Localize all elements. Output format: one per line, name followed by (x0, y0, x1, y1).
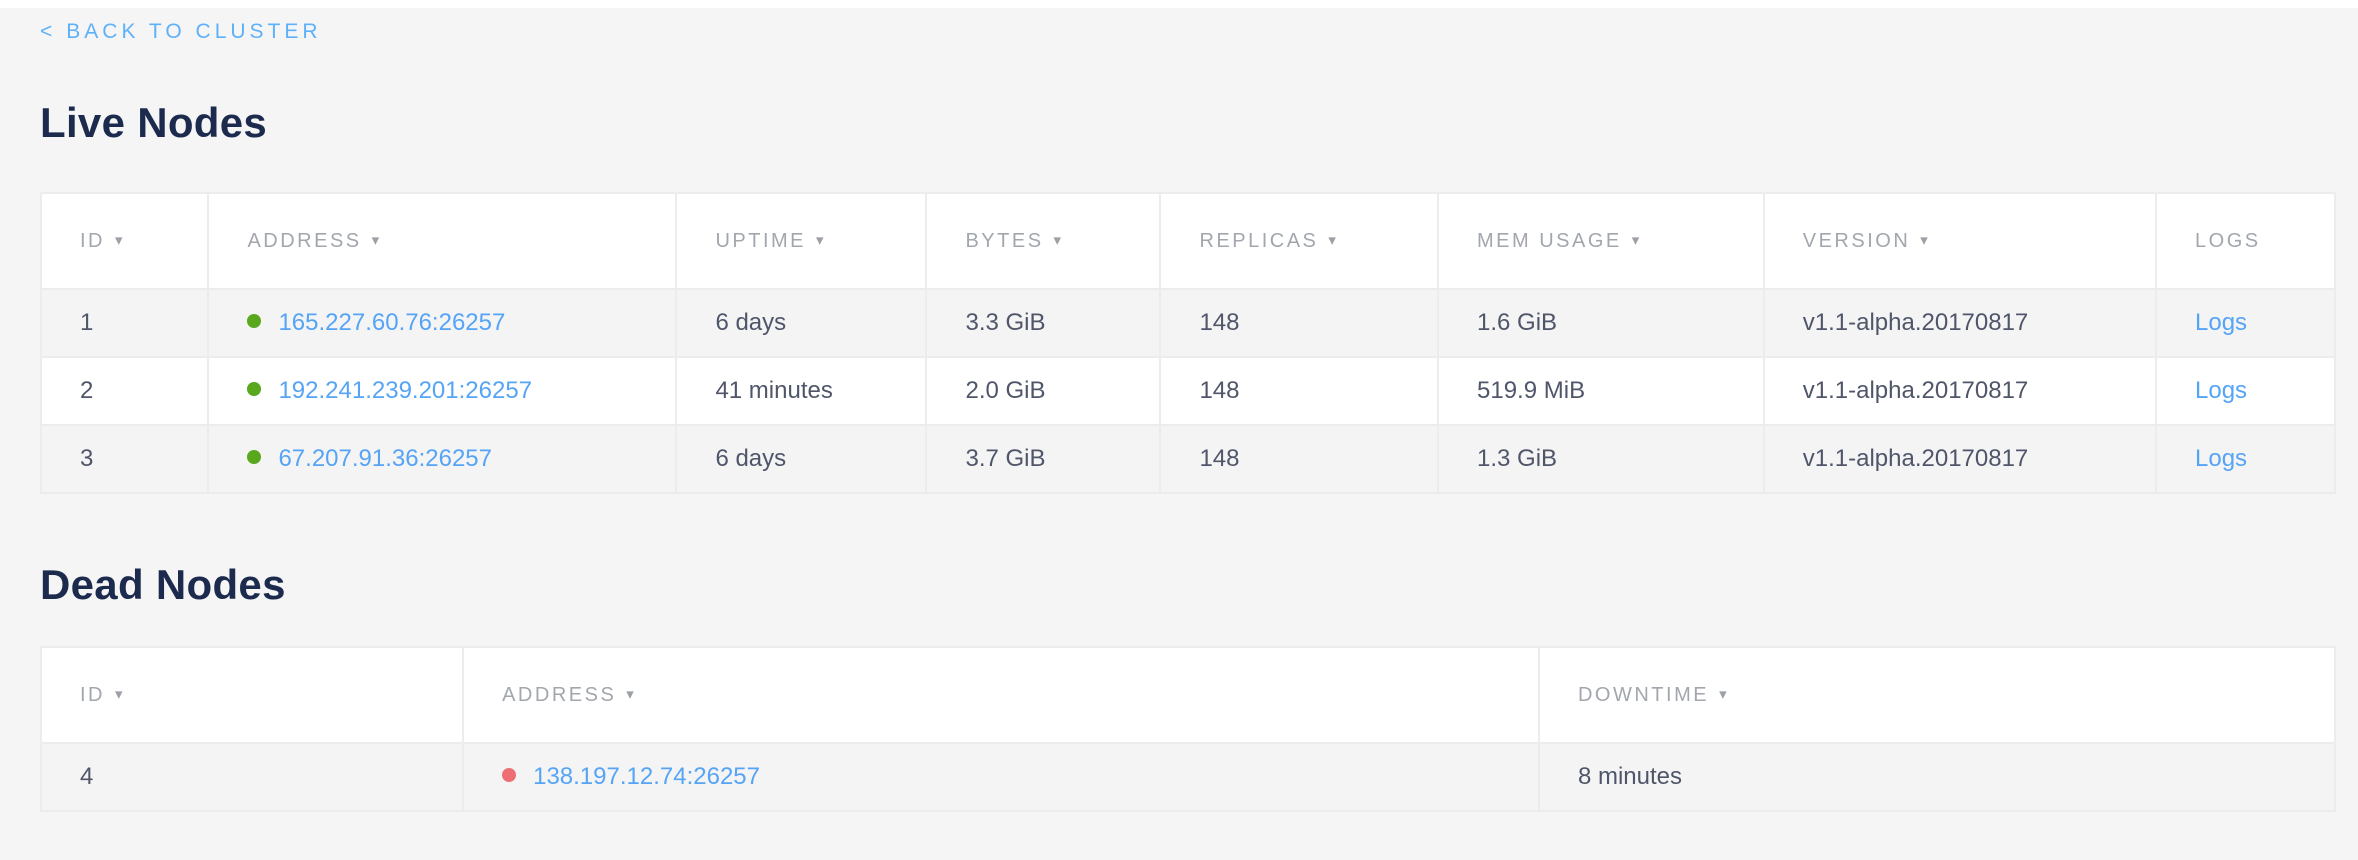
node-replicas-cell: 148 (1160, 357, 1438, 425)
node-address-link[interactable]: 165.227.60.76:26257 (278, 309, 505, 336)
column-header-label: UPTIME (715, 230, 806, 252)
column-header-label: REPLICAS (1199, 230, 1318, 252)
dead-nodes-title: Dead Nodes (40, 562, 2336, 608)
node-id-cell: 2 (41, 357, 208, 425)
dead-node-row: 4 138.197.12.74:26257 8 minutes (41, 743, 2335, 811)
node-version-cell: v1.1-alpha.20170817 (1764, 289, 2156, 357)
column-header-label: LOGS (2195, 230, 2261, 252)
column-header-bytes[interactable]: BYTES ▾ (926, 193, 1160, 289)
node-logs-cell: Logs (2156, 357, 2335, 425)
back-chevron-icon: < (40, 20, 56, 43)
node-logs-cell: Logs (2156, 289, 2335, 357)
column-header-version[interactable]: VERSION ▾ (1764, 193, 2156, 289)
live-nodes-table: ID ▾ ADDRESS ▾ UPTIME ▾ BYTES ▾ REPLICAS ▾ ME… (40, 192, 2336, 494)
column-header-label: ADDRESS (502, 684, 616, 706)
node-id-cell: 1 (41, 289, 208, 357)
live-node-row: 3 67.207.91.36:26257 6 days 3.7 GiB 148 … (41, 425, 2335, 493)
sort-arrow-icon: ▾ (1328, 232, 1336, 249)
node-address-cell: 67.207.91.36:26257 (208, 425, 676, 493)
live-table-header-row: ID ▾ ADDRESS ▾ UPTIME ▾ BYTES ▾ REPLICAS ▾ ME… (41, 193, 2335, 289)
node-uptime-cell: 6 days (676, 289, 926, 357)
column-header-address[interactable]: ADDRESS ▾ (208, 193, 676, 289)
node-address-link[interactable]: 67.207.91.36:26257 (278, 445, 492, 472)
column-header-label: ID (80, 230, 105, 252)
logs-link[interactable]: Logs (2195, 309, 2247, 336)
column-header-label: VERSION (1803, 230, 1911, 252)
dead-status-icon (502, 768, 516, 782)
node-bytes-cell: 3.3 GiB (926, 289, 1160, 357)
node-address-cell: 138.197.12.74:26257 (463, 743, 1539, 811)
node-mem-usage-cell: 1.6 GiB (1438, 289, 1764, 357)
sort-arrow-icon: ▾ (372, 232, 380, 249)
sort-arrow-icon: ▾ (1054, 232, 1062, 249)
column-header-id[interactable]: ID ▾ (41, 647, 463, 743)
node-mem-usage-cell: 1.3 GiB (1438, 425, 1764, 493)
live-nodes-title: Live Nodes (40, 100, 2336, 146)
node-uptime-cell: 41 minutes (676, 357, 926, 425)
column-header-address[interactable]: ADDRESS ▾ (463, 647, 1539, 743)
node-bytes-cell: 3.7 GiB (926, 425, 1160, 493)
column-header-uptime[interactable]: UPTIME ▾ (676, 193, 926, 289)
back-link-label: BACK TO CLUSTER (66, 20, 321, 43)
live-status-icon (247, 382, 261, 396)
node-uptime-cell: 6 days (676, 425, 926, 493)
node-bytes-cell: 2.0 GiB (926, 357, 1160, 425)
sort-arrow-icon: ▾ (115, 686, 123, 703)
logs-link[interactable]: Logs (2195, 445, 2247, 472)
sort-arrow-icon: ▾ (115, 232, 123, 249)
column-header-logs: LOGS (2156, 193, 2335, 289)
node-address-link[interactable]: 192.241.239.201:26257 (278, 377, 532, 404)
node-version-cell: v1.1-alpha.20170817 (1764, 357, 2156, 425)
top-navbar-strip (0, 0, 2358, 8)
live-status-icon (247, 450, 261, 464)
node-address-link[interactable]: 138.197.12.74:26257 (533, 763, 760, 790)
column-header-label: MEM USAGE (1477, 230, 1622, 252)
node-logs-cell: Logs (2156, 425, 2335, 493)
node-mem-usage-cell: 519.9 MiB (1438, 357, 1764, 425)
column-header-mem-usage[interactable]: MEM USAGE ▾ (1438, 193, 1764, 289)
sort-arrow-icon: ▾ (816, 232, 824, 249)
logs-link[interactable]: Logs (2195, 377, 2247, 404)
column-header-label: DOWNTIME (1578, 684, 1709, 706)
column-header-replicas[interactable]: REPLICAS ▾ (1160, 193, 1438, 289)
node-replicas-cell: 148 (1160, 289, 1438, 357)
sort-arrow-icon: ▾ (1632, 232, 1640, 249)
column-header-downtime[interactable]: DOWNTIME ▾ (1539, 647, 2335, 743)
dead-table-header-row: ID ▾ ADDRESS ▾ DOWNTIME ▾ (41, 647, 2335, 743)
node-version-cell: v1.1-alpha.20170817 (1764, 425, 2156, 493)
live-status-icon (247, 314, 261, 328)
sort-arrow-icon: ▾ (1719, 686, 1727, 703)
column-header-label: ID (80, 684, 105, 706)
live-node-row: 1 165.227.60.76:26257 6 days 3.3 GiB 148… (41, 289, 2335, 357)
node-downtime-cell: 8 minutes (1539, 743, 2335, 811)
column-header-label: BYTES (965, 230, 1043, 252)
column-header-label: ADDRESS (247, 230, 361, 252)
node-address-cell: 192.241.239.201:26257 (208, 357, 676, 425)
node-id-cell: 4 (41, 743, 463, 811)
dead-nodes-table: ID ▾ ADDRESS ▾ DOWNTIME ▾ 4 138.197.12.74:2… (40, 646, 2336, 812)
column-header-id[interactable]: ID ▾ (41, 193, 208, 289)
back-to-cluster-link[interactable]: < BACK TO CLUSTER (40, 20, 322, 44)
sort-arrow-icon: ▾ (1920, 232, 1928, 249)
node-id-cell: 3 (41, 425, 208, 493)
node-address-cell: 165.227.60.76:26257 (208, 289, 676, 357)
live-node-row: 2 192.241.239.201:26257 41 minutes 2.0 G… (41, 357, 2335, 425)
sort-arrow-icon: ▾ (626, 686, 634, 703)
nodes-page: < BACK TO CLUSTER Live Nodes ID ▾ ADDRESS ▾… (40, 8, 2336, 812)
node-replicas-cell: 148 (1160, 425, 1438, 493)
